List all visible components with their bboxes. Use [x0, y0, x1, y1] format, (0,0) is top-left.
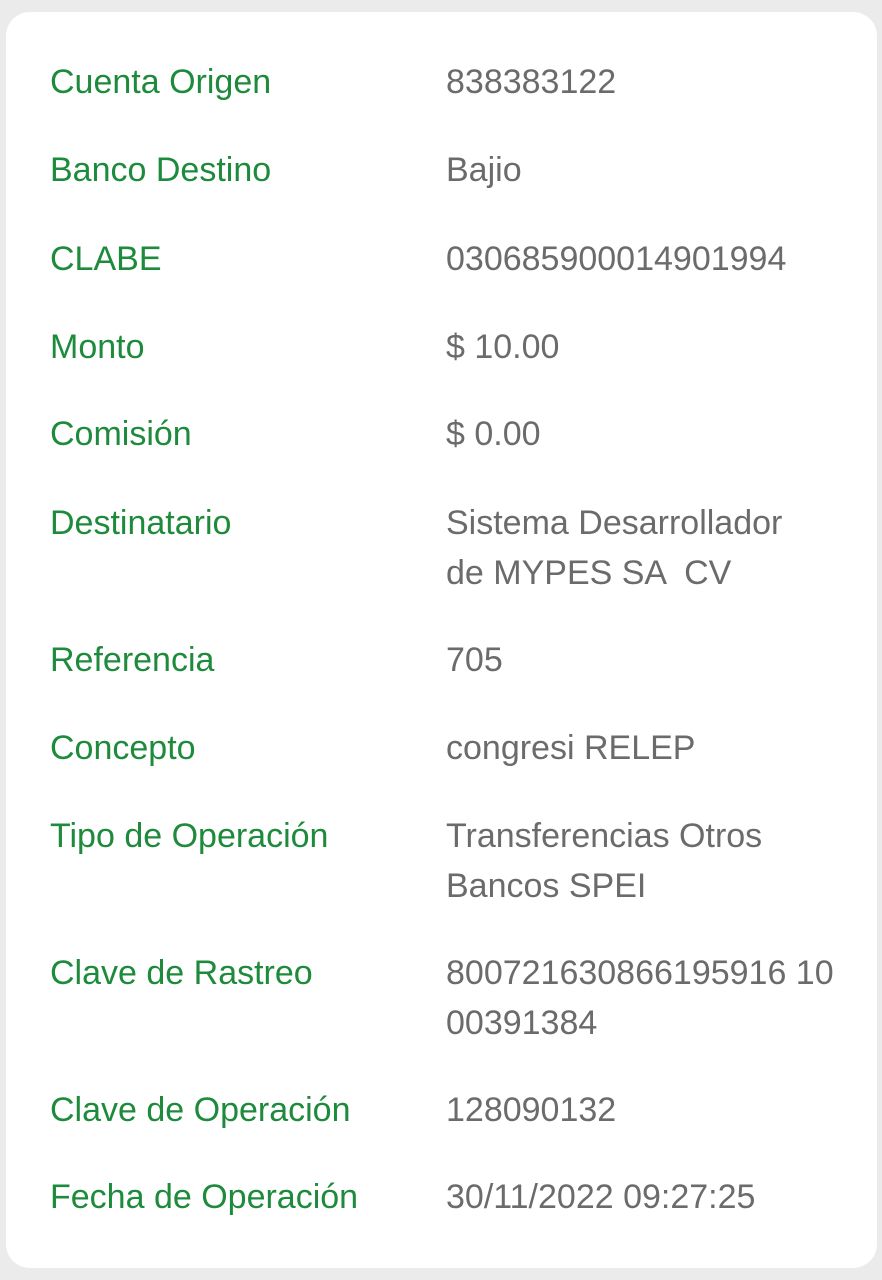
detail-value-line: 800721630866195916 10: [446, 954, 834, 992]
detail-value: 705: [446, 635, 846, 685]
detail-label: Monto: [50, 328, 145, 366]
detail-value: 800721630866195916 10 00391384: [446, 948, 846, 1048]
detail-label: Clave de Rastreo: [50, 954, 313, 992]
detail-value-line: 838383122: [446, 63, 617, 101]
detail-value-line: $ 0.00: [446, 415, 541, 453]
detail-value: Sistema Desarrollador de MYPES SA CV: [446, 498, 846, 598]
detail-label: Clave de Operación: [50, 1091, 351, 1129]
detail-value: 128090132: [446, 1085, 846, 1135]
detail-label: Concepto: [50, 729, 196, 767]
detail-value-line: 30/11/2022 09:27:25: [446, 1178, 756, 1216]
detail-value: 030685900014901994: [446, 234, 846, 284]
detail-label: Tipo de Operación: [50, 817, 329, 855]
detail-value-line: de MYPES SA CV: [446, 554, 732, 592]
detail-value-line: 128090132: [446, 1091, 617, 1129]
detail-value: congresi RELEP: [446, 723, 846, 773]
detail-label: Fecha de Operación: [50, 1178, 359, 1216]
detail-label: Banco Destino: [50, 151, 272, 189]
detail-label: Cuenta Origen: [50, 63, 272, 101]
detail-label: CLABE: [50, 240, 162, 278]
detail-value-line: Bancos SPEI: [446, 867, 647, 905]
detail-value-line: Transferencias Otros: [446, 817, 763, 855]
detail-label: Comisión: [50, 415, 192, 453]
detail-value: $ 10.00: [446, 322, 846, 372]
detail-value-line: 00391384: [446, 1004, 598, 1042]
detail-value-line: 705: [446, 641, 503, 679]
detail-label: Destinatario: [50, 504, 232, 542]
detail-label: Referencia: [50, 641, 215, 679]
detail-value: 838383122: [446, 57, 846, 107]
detail-value-line: 030685900014901994: [446, 240, 787, 278]
detail-value: $ 0.00: [446, 409, 846, 459]
detail-value-line: Sistema Desarrollador: [446, 504, 783, 542]
detail-value: 30/11/2022 09:27:25: [446, 1172, 846, 1222]
detail-value: Transferencias Otros Bancos SPEI: [446, 811, 846, 911]
detail-value-line: congresi RELEP: [446, 729, 696, 767]
detail-value: Bajio: [446, 145, 846, 195]
transfer-details-card: Cuenta Origen 838383122 Banco Destino Ba…: [6, 12, 877, 1268]
detail-value-line: $ 10.00: [446, 328, 560, 366]
detail-value-line: Bajio: [446, 151, 522, 189]
